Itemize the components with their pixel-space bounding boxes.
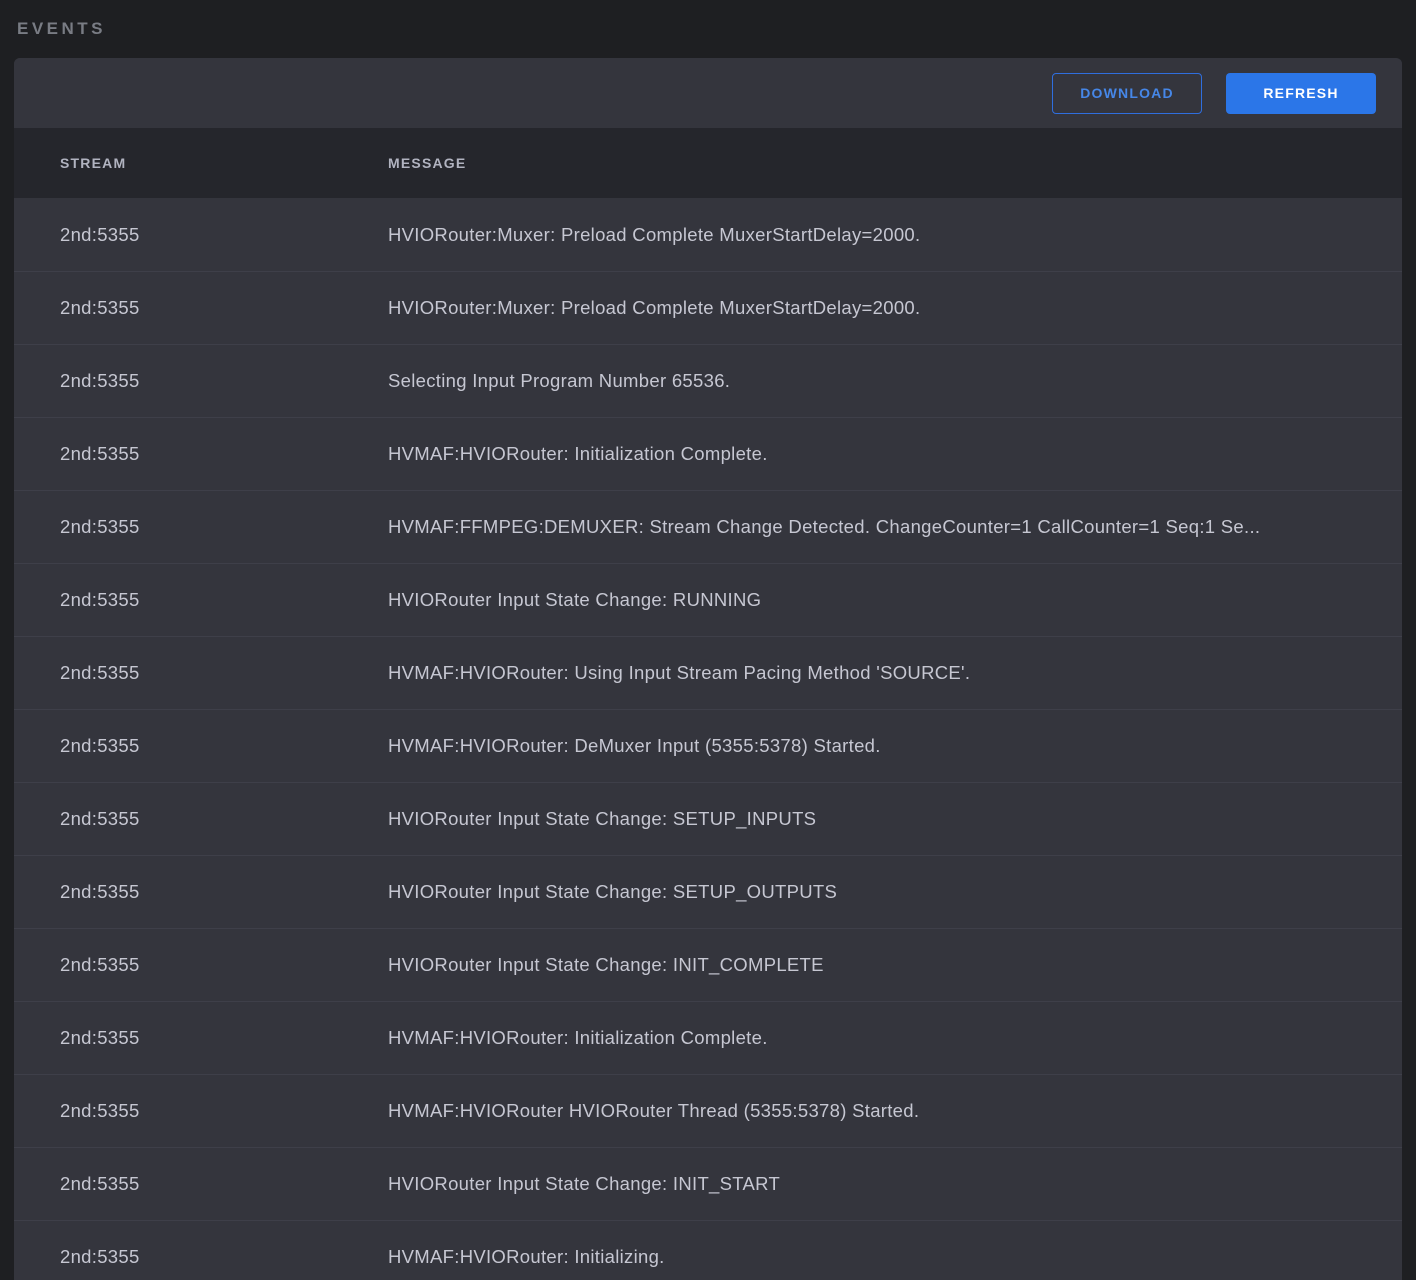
table-row: 2nd:5355HVIORouter Input State Change: I… (14, 928, 1402, 1001)
table-row: 2nd:5355HVIORouter Input State Change: S… (14, 782, 1402, 855)
table-header-row: STREAM MESSAGE (14, 128, 1402, 198)
message-cell: HVIORouter Input State Change: SETUP_INP… (388, 808, 1402, 830)
message-cell: HVIORouter Input State Change: INIT_COMP… (388, 954, 1402, 976)
message-cell: HVIORouter Input State Change: SETUP_OUT… (388, 881, 1402, 903)
stream-cell: 2nd:5355 (14, 1246, 388, 1268)
message-cell: HVIORouter Input State Change: INIT_STAR… (388, 1173, 1402, 1195)
stream-cell: 2nd:5355 (14, 370, 388, 392)
table-row: 2nd:5355HVMAF:HVIORouter: DeMuxer Input … (14, 709, 1402, 782)
stream-cell: 2nd:5355 (14, 297, 388, 319)
table-row: 2nd:5355HVIORouter Input State Change: R… (14, 563, 1402, 636)
table-row: 2nd:5355HVMAF:HVIORouter: Using Input St… (14, 636, 1402, 709)
download-button[interactable]: DOWNLOAD (1052, 73, 1202, 114)
table-row: 2nd:5355HVIORouter:Muxer: Preload Comple… (14, 198, 1402, 271)
table-row: 2nd:5355HVIORouter:Muxer: Preload Comple… (14, 271, 1402, 344)
stream-cell: 2nd:5355 (14, 808, 388, 830)
column-header-message: MESSAGE (388, 155, 1402, 171)
table-body: 2nd:5355HVIORouter:Muxer: Preload Comple… (14, 198, 1402, 1280)
message-cell: HVMAF:HVIORouter: Initializing. (388, 1246, 1402, 1268)
table-row: 2nd:5355HVMAF:HVIORouter: Initialization… (14, 417, 1402, 490)
table-row: 2nd:5355Selecting Input Program Number 6… (14, 344, 1402, 417)
message-cell: HVMAF:HVIORouter HVIORouter Thread (5355… (388, 1100, 1402, 1122)
message-cell: HVMAF:HVIORouter: DeMuxer Input (5355:53… (388, 735, 1402, 757)
stream-cell: 2nd:5355 (14, 1173, 388, 1195)
table-row: 2nd:5355HVIORouter Input State Change: I… (14, 1147, 1402, 1220)
message-cell: Selecting Input Program Number 65536. (388, 370, 1402, 392)
stream-cell: 2nd:5355 (14, 954, 388, 976)
message-cell: HVIORouter:Muxer: Preload Complete Muxer… (388, 224, 1402, 246)
stream-cell: 2nd:5355 (14, 589, 388, 611)
message-cell: HVMAF:HVIORouter: Initialization Complet… (388, 1027, 1402, 1049)
table-row: 2nd:5355HVIORouter Input State Change: S… (14, 855, 1402, 928)
stream-cell: 2nd:5355 (14, 662, 388, 684)
message-cell: HVIORouter Input State Change: RUNNING (388, 589, 1402, 611)
message-cell: HVMAF:FFMPEG:DEMUXER: Stream Change Dete… (388, 516, 1402, 538)
table-row: 2nd:5355HVMAF:HVIORouter: Initializing. (14, 1220, 1402, 1280)
page-title: EVENTS (17, 19, 106, 39)
message-cell: HVMAF:HVIORouter: Using Input Stream Pac… (388, 662, 1402, 684)
stream-cell: 2nd:5355 (14, 516, 388, 538)
stream-cell: 2nd:5355 (14, 1100, 388, 1122)
events-panel: DOWNLOAD REFRESH STREAM MESSAGE 2nd:5355… (14, 58, 1402, 1280)
table-row: 2nd:5355HVMAF:HVIORouter: Initialization… (14, 1001, 1402, 1074)
stream-cell: 2nd:5355 (14, 881, 388, 903)
events-toolbar: DOWNLOAD REFRESH (14, 58, 1402, 128)
stream-cell: 2nd:5355 (14, 443, 388, 465)
table-row: 2nd:5355HVMAF:HVIORouter HVIORouter Thre… (14, 1074, 1402, 1147)
stream-cell: 2nd:5355 (14, 1027, 388, 1049)
message-cell: HVMAF:HVIORouter: Initialization Complet… (388, 443, 1402, 465)
stream-cell: 2nd:5355 (14, 735, 388, 757)
table-row: 2nd:5355HVMAF:FFMPEG:DEMUXER: Stream Cha… (14, 490, 1402, 563)
stream-cell: 2nd:5355 (14, 224, 388, 246)
column-header-stream: STREAM (14, 155, 388, 171)
message-cell: HVIORouter:Muxer: Preload Complete Muxer… (388, 297, 1402, 319)
refresh-button[interactable]: REFRESH (1226, 73, 1376, 114)
